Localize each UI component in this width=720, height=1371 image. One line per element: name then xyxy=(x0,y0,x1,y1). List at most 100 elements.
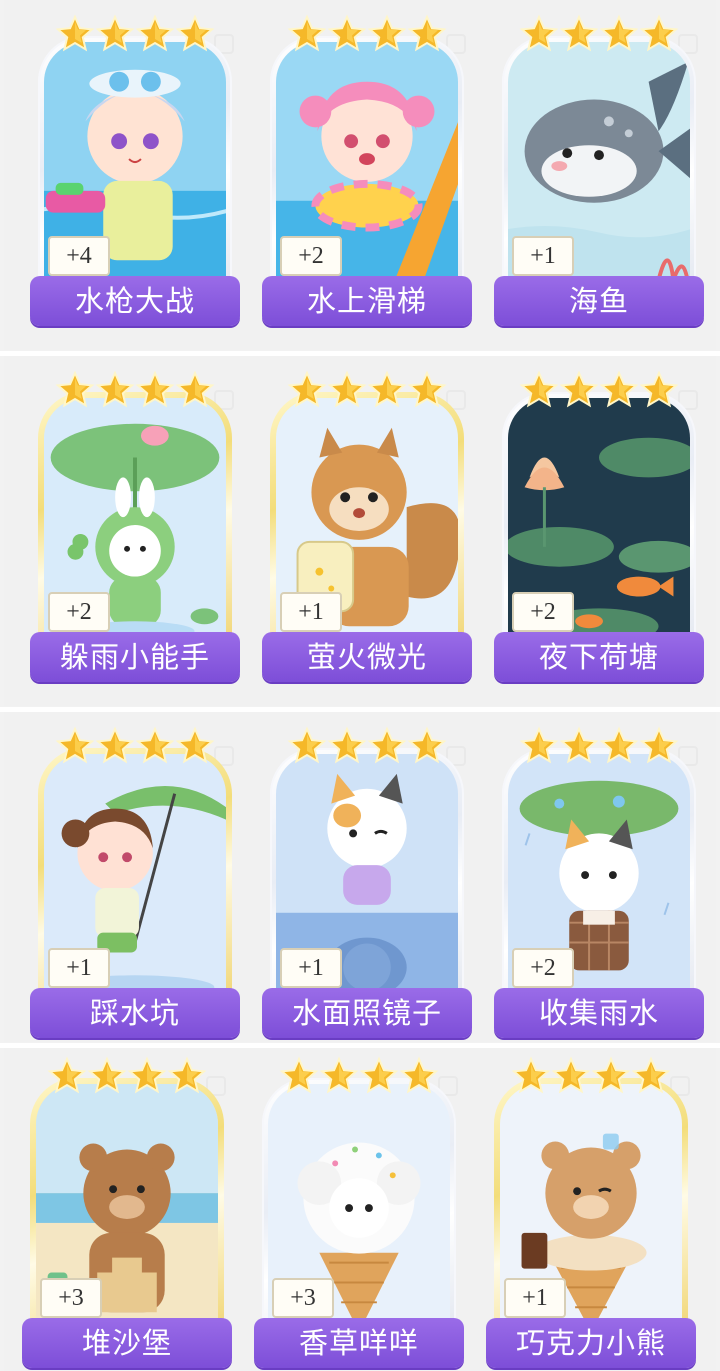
star-icon xyxy=(519,370,559,408)
card-count-badge: +2 xyxy=(280,236,342,276)
card-title-banner: 夜下荷塘 xyxy=(494,632,704,682)
card-count-badge: +2 xyxy=(512,592,574,632)
card-count-badge: +1 xyxy=(48,948,110,988)
star-icon xyxy=(279,1056,319,1094)
collection-card[interactable]: +4 水枪大战 xyxy=(30,14,240,326)
star-icon xyxy=(519,14,559,52)
star-rating xyxy=(519,726,679,766)
star-icon xyxy=(55,370,95,408)
star-icon xyxy=(359,1056,399,1094)
collection-card[interactable]: +1 水面照镜子 xyxy=(262,726,472,1038)
star-icon xyxy=(559,14,599,52)
card-title-banner: 海鱼 xyxy=(494,276,704,326)
collection-card[interactable]: +2 收集雨水 xyxy=(494,726,704,1038)
star-icon xyxy=(55,14,95,52)
star-icon xyxy=(135,726,175,764)
card-title-banner: 萤火微光 xyxy=(262,632,472,682)
row-divider xyxy=(0,351,720,356)
card-title-banner: 踩水坑 xyxy=(30,988,240,1038)
card-title-banner: 堆沙堡 xyxy=(22,1318,232,1368)
star-rating xyxy=(55,370,215,410)
card-row: +2 躲雨小能手 +1 萤火微光 +2 夜下荷塘 xyxy=(4,356,716,706)
collection-card[interactable]: +1 巧克力小熊 xyxy=(486,1056,696,1368)
star-icon xyxy=(327,370,367,408)
card-title-banner: 水面照镜子 xyxy=(262,988,472,1038)
star-icon xyxy=(87,1056,127,1094)
star-icon xyxy=(47,1056,87,1094)
star-icon xyxy=(519,726,559,764)
star-icon xyxy=(591,1056,631,1094)
star-icon xyxy=(599,370,639,408)
star-icon xyxy=(287,14,327,52)
card-title-banner: 巧克力小熊 xyxy=(486,1318,696,1368)
star-icon xyxy=(559,726,599,764)
star-icon xyxy=(639,14,679,52)
row-divider xyxy=(0,1043,720,1048)
card-count-badge: +3 xyxy=(272,1278,334,1318)
collection-card[interactable]: +3 堆沙堡 xyxy=(22,1056,232,1368)
star-icon xyxy=(511,1056,551,1094)
card-count-badge: +2 xyxy=(48,592,110,632)
star-icon xyxy=(551,1056,591,1094)
star-icon xyxy=(407,726,447,764)
card-title-banner: 水上滑梯 xyxy=(262,276,472,326)
collection-card[interactable]: +2 夜下荷塘 xyxy=(494,370,704,682)
star-icon xyxy=(367,370,407,408)
star-icon xyxy=(55,726,95,764)
star-icon xyxy=(631,1056,671,1094)
star-icon xyxy=(287,726,327,764)
star-icon xyxy=(367,14,407,52)
card-count-badge: +4 xyxy=(48,236,110,276)
star-icon xyxy=(639,370,679,408)
card-title-banner: 香草咩咩 xyxy=(254,1318,464,1368)
card-count-badge: +1 xyxy=(504,1278,566,1318)
star-icon xyxy=(167,1056,207,1094)
collection-card[interactable]: +2 躲雨小能手 xyxy=(30,370,240,682)
collection-card[interactable]: +2 水上滑梯 xyxy=(262,14,472,326)
star-rating xyxy=(519,14,679,54)
star-icon xyxy=(175,726,215,764)
star-rating xyxy=(47,1056,207,1096)
star-icon xyxy=(599,726,639,764)
collection-card[interactable]: +1 萤火微光 xyxy=(262,370,472,682)
star-rating xyxy=(287,726,447,766)
card-title-banner: 躲雨小能手 xyxy=(30,632,240,682)
card-count-badge: +1 xyxy=(280,948,342,988)
star-icon xyxy=(287,370,327,408)
card-count-badge: +2 xyxy=(512,948,574,988)
star-rating xyxy=(287,370,447,410)
star-icon xyxy=(407,370,447,408)
star-rating xyxy=(55,14,215,54)
star-icon xyxy=(135,370,175,408)
star-icon xyxy=(135,14,175,52)
star-rating xyxy=(287,14,447,54)
star-icon xyxy=(559,370,599,408)
card-count-badge: +1 xyxy=(512,236,574,276)
star-icon xyxy=(95,726,135,764)
star-rating xyxy=(55,726,215,766)
star-icon xyxy=(95,370,135,408)
card-row: +3 堆沙堡 +3 香草咩咩 +1 巧克力小熊 xyxy=(4,1048,716,1371)
card-row: +1 踩水坑 +1 水面照镜子 +2 收集雨水 xyxy=(4,712,716,1042)
card-count-badge: +3 xyxy=(40,1278,102,1318)
star-icon xyxy=(599,14,639,52)
star-icon xyxy=(639,726,679,764)
star-icon xyxy=(407,14,447,52)
collection-card[interactable]: +1 踩水坑 xyxy=(30,726,240,1038)
collection-card[interactable]: +1 海鱼 xyxy=(494,14,704,326)
collection-card[interactable]: +3 香草咩咩 xyxy=(254,1056,464,1368)
star-icon xyxy=(367,726,407,764)
star-rating xyxy=(519,370,679,410)
card-count-badge: +1 xyxy=(280,592,342,632)
card-title-banner: 收集雨水 xyxy=(494,988,704,1038)
row-divider xyxy=(0,707,720,712)
star-icon xyxy=(175,370,215,408)
star-icon xyxy=(175,14,215,52)
star-rating xyxy=(511,1056,671,1096)
star-icon xyxy=(327,14,367,52)
star-icon xyxy=(95,14,135,52)
star-icon xyxy=(127,1056,167,1094)
card-row: +4 水枪大战 +2 水上滑梯 +1 海鱼 xyxy=(4,0,716,350)
card-title-banner: 水枪大战 xyxy=(30,276,240,326)
star-icon xyxy=(327,726,367,764)
